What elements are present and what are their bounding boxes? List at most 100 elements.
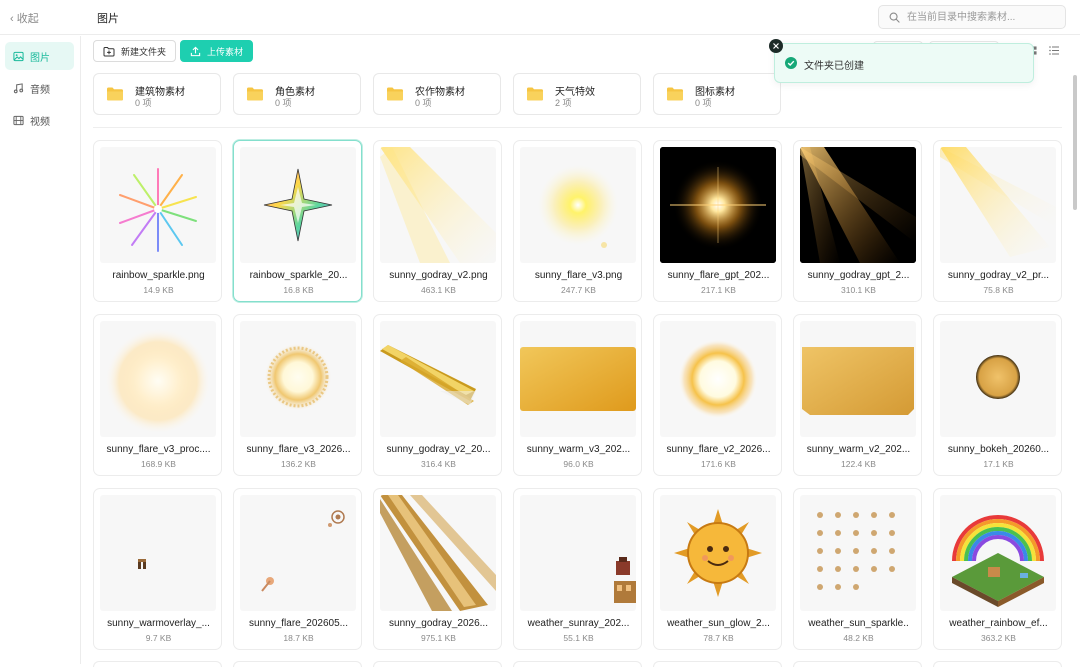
file-size: 55.1 KB (563, 633, 594, 643)
file-card[interactable]: weather_sun_glow_2... 78.7 KB (653, 488, 782, 650)
file-card[interactable]: sunny_warm_v2_202... 122.4 KB (793, 314, 922, 476)
file-card[interactable]: sunny_flare_gpt_202... 217.1 KB (653, 140, 782, 302)
file-card[interactable]: sunny_warmoverlay_... 9.7 KB (93, 488, 222, 650)
file-card[interactable]: rainbow_sparkle.png 14.9 KB (93, 140, 222, 302)
file-size: 78.7 KB (703, 633, 734, 643)
file-card[interactable]: weather_sun_sparkle.. 48.2 KB (793, 488, 922, 650)
success-toast: 文件夹已创建 (769, 39, 1034, 83)
sidebar-item-video[interactable]: 视频 (5, 106, 74, 134)
folder-card[interactable]: 天气特效 2 项 (513, 73, 641, 115)
file-card[interactable]: sunny_godray_v2_20... 316.4 KB (373, 314, 502, 476)
file-card[interactable]: sunny_flare_v3.png 247.7 KB (513, 140, 642, 302)
folder-card[interactable]: 农作物素材 0 项 (373, 73, 501, 115)
file-card[interactable] (653, 661, 782, 667)
file-name: weather_sun_sparkle.. (808, 618, 909, 629)
folder-count: 0 项 (415, 98, 432, 108)
sidebar-item-label: 图片 (30, 52, 50, 64)
file-card[interactable] (373, 661, 502, 667)
file-name: sunny_flare_v3.png (534, 270, 623, 281)
close-icon (773, 43, 779, 49)
file-name: sunny_flare_202605... (249, 618, 348, 629)
file-card[interactable]: sunny_godray_v2.png 463.1 KB (373, 140, 502, 302)
file-card[interactable] (233, 661, 362, 667)
file-name: rainbow_sparkle_20... (249, 270, 348, 281)
file-thumbnail (380, 495, 496, 611)
file-size: 17.1 KB (983, 459, 1014, 469)
file-card[interactable]: sunny_flare_v3_proc.... 168.9 KB (93, 314, 222, 476)
file-thumbnail (100, 321, 216, 437)
sidebar-item-images[interactable]: 图片 (5, 42, 74, 70)
file-name: weather_sunray_202... (527, 618, 630, 629)
folder-card[interactable]: 建筑物素材 0 项 (93, 73, 221, 115)
file-thumbnail (660, 321, 776, 437)
file-thumbnail (520, 495, 636, 611)
section-divider (93, 127, 1062, 128)
file-name: sunny_godray_v2.png (389, 270, 488, 281)
folder-count: 0 项 (275, 98, 292, 108)
file-thumbnail (240, 495, 356, 611)
sidebar-item-label: 音频 (30, 84, 50, 96)
file-card[interactable] (513, 661, 642, 667)
file-name: sunny_godray_2026... (389, 618, 488, 629)
file-size: 75.8 KB (983, 285, 1014, 295)
file-card[interactable] (93, 661, 222, 667)
search-icon (889, 12, 900, 23)
file-card[interactable]: sunny_flare_202605... 18.7 KB (233, 488, 362, 650)
file-thumbnail (240, 321, 356, 437)
collapse-sidebar-button[interactable]: ‹ 收起 (10, 10, 39, 26)
search-box (878, 5, 1066, 29)
file-card[interactable]: sunny_godray_v2_pr... 75.8 KB (933, 140, 1062, 302)
file-card[interactable]: rainbow_sparkle_20... 16.8 KB (233, 140, 362, 302)
file-thumbnail (660, 495, 776, 611)
file-thumbnail (940, 321, 1056, 437)
file-card[interactable]: weather_sunray_202... 55.1 KB (513, 488, 642, 650)
sidebar-item-audio[interactable]: 音频 (5, 74, 74, 102)
toast-close-button[interactable] (769, 39, 783, 53)
file-card[interactable]: sunny_flare_v3_2026... 136.2 KB (233, 314, 362, 476)
upload-label: 上传素材 (207, 46, 244, 57)
list-icon (1049, 45, 1059, 55)
file-thumbnail (800, 495, 916, 611)
folder-count: 2 项 (555, 98, 572, 108)
file-name: sunny_flare_v3_2026... (246, 444, 351, 455)
file-card[interactable] (793, 661, 922, 667)
film-icon (13, 115, 24, 125)
file-thumbnail (380, 321, 496, 437)
folder-icon (387, 87, 403, 101)
sidebar-item-label: 视频 (30, 116, 50, 128)
file-size: 171.6 KB (701, 459, 736, 469)
file-thumbnail (100, 495, 216, 611)
file-card[interactable]: weather_rainbow_ef... 363.2 KB (933, 488, 1062, 650)
file-card[interactable]: sunny_godray_2026... 975.1 KB (373, 488, 502, 650)
folder-card[interactable]: 图标素材 0 项 (653, 73, 781, 115)
file-size: 310.1 KB (841, 285, 876, 295)
file-name: sunny_godray_v2_pr... (947, 270, 1050, 281)
file-name: rainbow_sparkle.png (112, 270, 205, 281)
file-thumbnail (660, 147, 776, 263)
top-bar: ‹ 收起 图片 (0, 0, 1080, 35)
file-size: 48.2 KB (843, 633, 874, 643)
file-name: sunny_warm_v3_202... (526, 444, 631, 455)
file-size: 96.0 KB (563, 459, 594, 469)
file-name: sunny_flare_gpt_202... (667, 270, 770, 281)
list-view-button[interactable] (1046, 41, 1062, 59)
file-card[interactable] (933, 661, 1062, 667)
new-folder-button[interactable]: 新建文件夹 (93, 40, 177, 62)
check-circle-icon (785, 57, 797, 69)
file-card[interactable]: sunny_godray_gpt_2... 310.1 KB (793, 140, 922, 302)
upload-button[interactable]: 上传素材 (180, 40, 254, 62)
file-thumbnail (380, 147, 496, 263)
search-input[interactable] (907, 10, 1057, 25)
file-size: 136.2 KB (281, 459, 316, 469)
file-thumbnail (940, 147, 1056, 263)
file-size: 463.1 KB (421, 285, 456, 295)
file-name: sunny_flare_v3_proc.... (106, 444, 211, 455)
file-thumbnail (940, 495, 1056, 611)
folder-card[interactable]: 角色素材 0 项 (233, 73, 361, 115)
file-card[interactable]: sunny_warm_v3_202... 96.0 KB (513, 314, 642, 476)
file-size: 122.4 KB (841, 459, 876, 469)
file-card[interactable]: sunny_flare_v2_2026... 171.6 KB (653, 314, 782, 476)
scrollbar[interactable] (1073, 75, 1077, 210)
file-card[interactable]: sunny_bokeh_20260... 17.1 KB (933, 314, 1062, 476)
folder-count: 0 项 (695, 98, 712, 108)
